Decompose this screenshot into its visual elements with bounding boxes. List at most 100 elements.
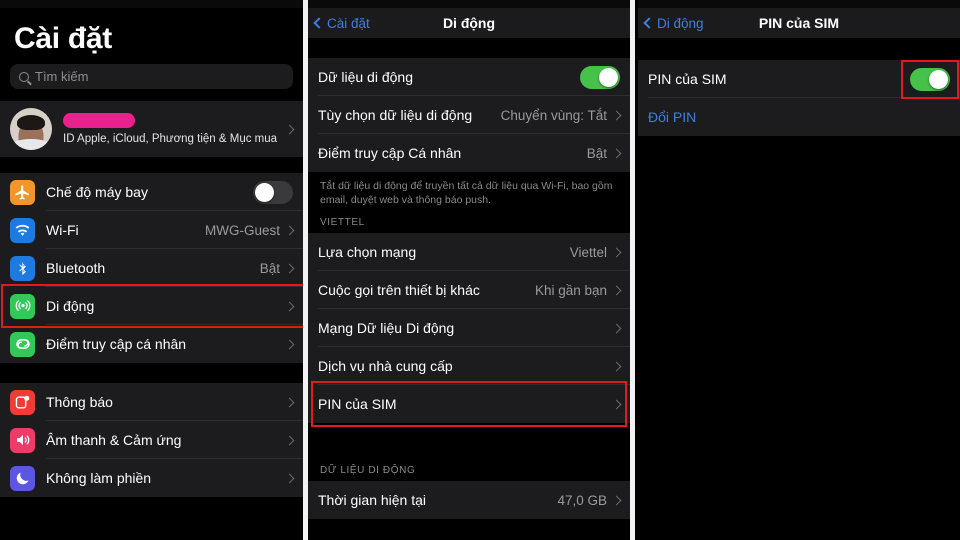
- apple-id-row[interactable]: ID Apple, iCloud, Phương tiện & Mục mua: [0, 101, 303, 157]
- chevron-left-icon: [313, 17, 325, 29]
- list-item-label: Dịch vụ nhà cung cấp: [318, 358, 453, 375]
- chevron-right-icon: [611, 399, 622, 410]
- toggle-switch[interactable]: [253, 180, 293, 204]
- cellular-group-usage: Thời gian hiện tại 47,0 GB: [308, 481, 630, 520]
- chevron-right-icon: [611, 247, 622, 258]
- panel-divider: [630, 0, 635, 540]
- list-item-label: Thông báo: [46, 394, 113, 410]
- chevron-right-icon: [284, 473, 295, 483]
- list-item[interactable]: Điểm truy cập Cá nhân Bật: [308, 134, 630, 172]
- chevron-right-icon: [611, 361, 622, 372]
- chevron-right-icon: [611, 285, 622, 296]
- list-item[interactable]: Dữ liệu di động: [308, 58, 630, 96]
- list-item[interactable]: Mạng Dữ liệu Di động: [308, 309, 630, 348]
- back-button-label: Cài đặt: [327, 15, 370, 31]
- list-item-value: Khi gần bạn: [534, 282, 607, 298]
- settings-group-connectivity: Chế độ máy bay Wi-Fi MWG-Guest Bluetooth Bật…: [0, 173, 303, 363]
- list-item-label: PIN của SIM: [318, 396, 397, 413]
- list-item-value: Viettel: [569, 244, 607, 260]
- list-item-label: Lựa chọn mạng: [318, 244, 417, 261]
- list-item-label: Mạng Dữ liệu Di động: [318, 320, 455, 337]
- list-item[interactable]: Điểm truy cập cá nhân: [0, 325, 303, 363]
- list-item-label: Cuộc gọi trên thiết bị khác: [318, 282, 480, 299]
- list-item-label: Dữ liệu di động: [318, 69, 413, 85]
- group-gap: [0, 157, 303, 173]
- list-item-value: 47,0 GB: [557, 492, 607, 508]
- hotspot-icon: [10, 331, 35, 357]
- toggle-switch[interactable]: [580, 65, 620, 89]
- notifications-icon: [10, 389, 35, 415]
- toggle-switch[interactable]: [910, 67, 950, 91]
- list-item-value: MWG-Guest: [204, 222, 280, 238]
- status-bar-left: [0, 0, 303, 8]
- list-item-label: Đổi PIN: [648, 109, 697, 125]
- chevron-right-icon: [611, 495, 622, 506]
- group-gap: [0, 363, 303, 383]
- chevron-right-icon: [284, 301, 295, 311]
- list-item[interactable]: Chế độ máy bay: [0, 173, 303, 211]
- list-item[interactable]: Di động: [0, 287, 303, 325]
- list-item[interactable]: Âm thanh & Cảm ứng: [0, 421, 303, 459]
- status-bar-middle: [308, 0, 630, 8]
- cellular-icon: [10, 293, 35, 319]
- chevron-right-icon: [284, 339, 295, 349]
- search-icon: [19, 71, 29, 82]
- bluetooth-icon: [10, 255, 35, 281]
- list-item[interactable]: Không làm phiền: [0, 459, 303, 497]
- list-item[interactable]: Wi-Fi MWG-Guest: [0, 211, 303, 249]
- back-button-settings[interactable]: Cài đặt: [313, 8, 370, 38]
- list-item-label: Điểm truy cập Cá nhân: [318, 145, 462, 161]
- cellular-group-data: Dữ liệu di động Tùy chọn dữ liệu di động C…: [308, 58, 630, 172]
- phone-panel-cellular: Cài đặt Di động Dữ liệu di động Tùy chọn …: [308, 0, 630, 540]
- cellular-data-footnote: Tắt dữ liệu di động để truyền tất cả dữ …: [308, 172, 630, 212]
- cellular-group-carrier: Lựa chọn mạng Viettel Cuộc gọi trên thiết …: [308, 233, 630, 424]
- list-item[interactable]: Cuộc gọi trên thiết bị khác Khi gần bạn: [308, 271, 630, 310]
- list-item-value: Bật: [259, 260, 280, 276]
- chevron-right-icon: [611, 323, 622, 334]
- list-item[interactable]: Đổi PIN: [638, 98, 960, 136]
- wifi-icon: [10, 217, 35, 243]
- section-header-cellular-data: DỮ LIỆU DI ĐỘNG: [308, 459, 630, 482]
- screenshot-root: Cài đặt Tìm kiếm ID Apple, iCloud, Phươn…: [0, 0, 960, 540]
- list-item-label: Điểm truy cập cá nhân: [46, 336, 187, 352]
- list-item-label: Âm thanh & Cảm ứng: [46, 432, 182, 448]
- account-name-redacted: [63, 113, 135, 128]
- chevron-right-icon: [284, 397, 295, 407]
- back-button-label: Di động: [657, 15, 704, 31]
- nav-title: Di động: [442, 15, 496, 31]
- section-header-carrier: VIETTEL: [308, 211, 630, 234]
- nav-bar-sim-pin: Di động PIN của SIM: [638, 8, 960, 38]
- list-item-value: Bật: [586, 145, 607, 161]
- group-gap: [308, 423, 630, 460]
- apple-id-subtitle: ID Apple, iCloud, Phương tiện & Mục mua: [63, 133, 278, 145]
- chevron-right-icon: [284, 225, 295, 235]
- list-item-label: Tùy chọn dữ liệu di động: [318, 107, 473, 123]
- list-item-value: Chuyển vùng: Tắt: [500, 107, 607, 123]
- list-item[interactable]: Thời gian hiện tại 47,0 GB: [308, 481, 630, 520]
- status-bar-right: [638, 0, 960, 8]
- search-placeholder: Tìm kiếm: [35, 69, 89, 84]
- chevron-left-icon: [643, 17, 655, 29]
- list-item[interactable]: Bluetooth Bật: [0, 249, 303, 287]
- do-not-disturb-icon: [10, 465, 35, 491]
- list-item[interactable]: PIN của SIM: [638, 60, 960, 98]
- group-gap: [638, 38, 960, 60]
- chevron-right-icon: [284, 435, 295, 445]
- list-item[interactable]: PIN của SIM: [308, 385, 630, 424]
- list-item-label: Chế độ máy bay: [46, 184, 148, 200]
- back-button-cellular[interactable]: Di động: [643, 8, 704, 38]
- list-item[interactable]: Dịch vụ nhà cung cấp: [308, 347, 630, 386]
- phone-panel-settings: Cài đặt Tìm kiếm ID Apple, iCloud, Phươn…: [0, 0, 303, 540]
- list-item-label: Bluetooth: [46, 260, 106, 276]
- list-item[interactable]: Tùy chọn dữ liệu di động Chuyển vùng: Tắt: [308, 96, 630, 134]
- list-item-label: PIN của SIM: [648, 71, 727, 87]
- search-input[interactable]: Tìm kiếm: [10, 64, 293, 89]
- sim-pin-group: PIN của SIM Đổi PIN: [638, 60, 960, 136]
- list-item[interactable]: Lựa chọn mạng Viettel: [308, 233, 630, 272]
- list-item-label: Không làm phiền: [46, 470, 152, 486]
- list-item[interactable]: Thông báo: [0, 383, 303, 421]
- list-item-label: Thời gian hiện tại: [318, 492, 427, 509]
- phone-panel-sim-pin: Di động PIN của SIM PIN của SIM Đổi PIN: [638, 0, 960, 540]
- avatar: [10, 108, 52, 150]
- sounds-icon: [10, 427, 35, 453]
